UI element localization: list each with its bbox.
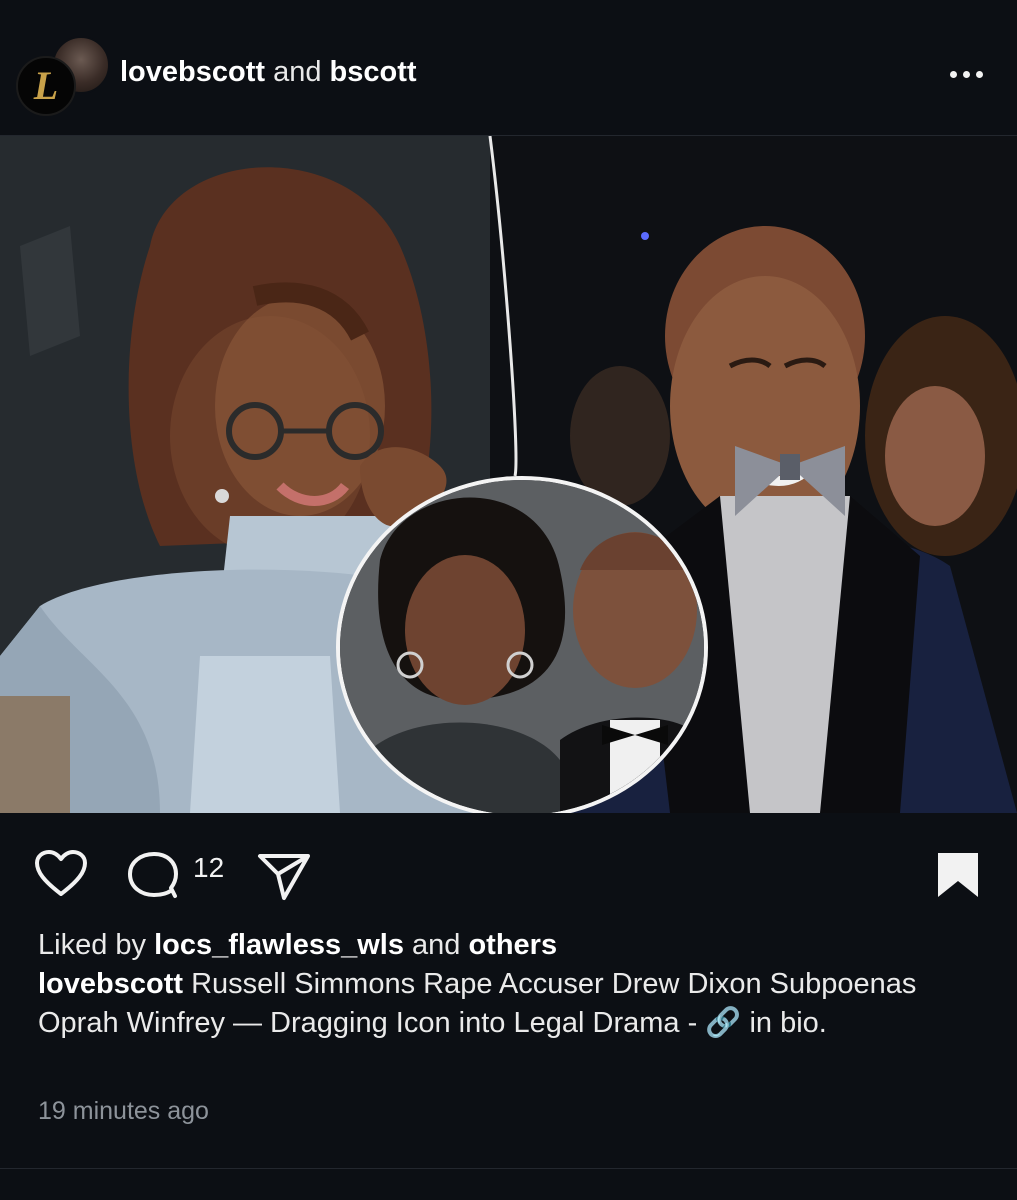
liked-by-username[interactable]: locs_flawless_wls: [154, 929, 404, 961]
caption: lovebscott Russell Simmons Rape Accuser …: [38, 965, 998, 1043]
avatar-lovebscott[interactable]: L: [16, 56, 76, 116]
liked-by-others[interactable]: others: [468, 929, 557, 961]
post-actions: [0, 814, 1017, 924]
liked-by-joiner: and: [412, 929, 461, 961]
caption-author[interactable]: lovebscott: [38, 968, 183, 1000]
bookmark-icon[interactable]: [934, 850, 982, 905]
post-image[interactable]: [0, 136, 1017, 813]
comment-count: 12: [193, 852, 225, 883]
heart-icon[interactable]: [34, 850, 88, 903]
author-joiner: and: [273, 56, 322, 88]
inset-circle-photo: [336, 476, 708, 813]
coauthor-username[interactable]: bscott: [330, 56, 417, 88]
send-icon[interactable]: [256, 850, 312, 907]
liked-by-line: Liked by locs_flawless_wls and others: [38, 926, 998, 965]
avatar-logo-letter: L: [33, 63, 59, 108]
post-meta: Liked by locs_flawless_wls and others lo…: [38, 926, 998, 1043]
post-header: L lovebscott and bscott: [0, 0, 1017, 136]
liked-by-prefix: Liked by: [38, 929, 147, 961]
post-divider: [0, 1168, 1017, 1169]
collab-avatars[interactable]: L: [16, 36, 110, 116]
post-timestamp: 19 minutes ago: [38, 1097, 209, 1125]
more-options-icon[interactable]: [940, 56, 992, 92]
post-authors: lovebscott and bscott: [120, 56, 417, 89]
author-username[interactable]: lovebscott: [120, 56, 265, 88]
comment-icon[interactable]: [126, 850, 180, 905]
inset-couple-illustration: [340, 480, 704, 813]
